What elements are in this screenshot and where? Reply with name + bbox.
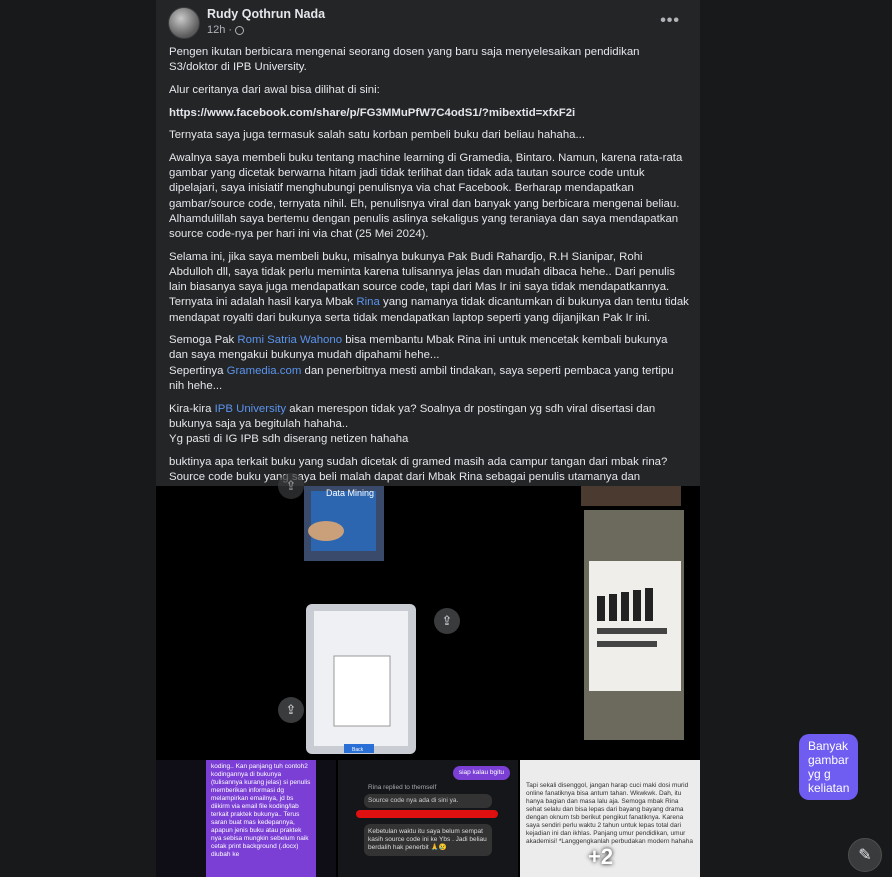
share-icon[interactable]: ⇪ <box>278 697 304 723</box>
paragraph: Ternyata saya juga termasuk salah satu k… <box>169 129 586 142</box>
post-body: Pengen ikutan berbicara mengenai seorang… <box>169 45 689 508</box>
media-grid: Data Mining Back ⇪ ⇪ ⇪ Banyak gambar yg … <box>156 473 859 877</box>
more-photos-count[interactable]: +2 <box>588 844 613 870</box>
post-meta: 12h · <box>207 24 245 36</box>
mention-romi[interactable]: Romi Satria Wahono <box>237 334 342 346</box>
redaction-mark <box>356 810 498 818</box>
chat-text: koding.. Kan panjang tuh contoh2 kodinga… <box>206 760 316 877</box>
avatar[interactable] <box>168 7 200 39</box>
chat-bubble: Banyak gambar yg g keliatan <box>799 734 859 800</box>
share-icon[interactable]: ⇪ <box>434 608 460 634</box>
paragraph: Kira-kira IPB University akan merespon t… <box>169 402 656 445</box>
thumbnail-row: koding.. Kan panjang tuh contoh2 kodinga… <box>156 760 700 877</box>
more-icon[interactable]: ••• <box>660 12 680 30</box>
edit-icon[interactable]: ✎ <box>848 838 882 872</box>
post-time[interactable]: 12h <box>207 24 225 36</box>
chat-quote: Source code nya ada di sini ya. <box>364 794 492 808</box>
paragraph: Selama ini, jika saya membeli buku, misa… <box>169 250 689 324</box>
book-title: Data Mining <box>326 488 374 498</box>
post-header: Rudy Qothrun Nada 12h · ••• <box>168 6 688 40</box>
photo-open-book-graphic <box>581 486 684 740</box>
globe-icon <box>235 25 245 35</box>
chat-reply-label: Rina replied to themself <box>368 784 437 791</box>
paragraph: Pengen ikutan berbicara mengenai seorang… <box>169 46 640 74</box>
phone-back-button: Back <box>352 747 364 753</box>
mention-rina[interactable]: Rina <box>356 296 379 308</box>
chat-message: Kebetulan waktu itu saya belum sempat ka… <box>364 824 492 856</box>
photo-book-phone[interactable]: Data Mining Back ⇪ ⇪ <box>156 473 427 758</box>
thumbnail-chat-2[interactable]: siap kalau bgitu Rina replied to themsel… <box>338 760 518 877</box>
paragraph: Awalnya saya membeli buku tentang machin… <box>169 152 683 241</box>
mention-ipb[interactable]: IPB University <box>215 403 287 415</box>
author-name[interactable]: Rudy Qothrun Nada <box>207 7 325 21</box>
paragraph: Semoga Pak Romi Satria Wahono bisa memba… <box>169 334 674 392</box>
mention-gramedia[interactable]: Gramedia.com <box>227 365 302 377</box>
thumbnail-chat-1[interactable]: koding.. Kan panjang tuh contoh2 kodinga… <box>156 760 336 877</box>
photo-open-book[interactable]: ⇪ Banyak gambar yg g keliatan <box>429 486 859 800</box>
article-text: Tapi sekali disenggol, jangan harap cuci… <box>526 782 693 845</box>
share-icon[interactable]: ⇪ <box>278 473 304 499</box>
post-card: Rudy Qothrun Nada 12h · ••• Pengen ikuta… <box>156 0 859 877</box>
chat-pill: siap kalau bgitu <box>452 766 510 780</box>
post-link[interactable]: https://www.facebook.com/share/p/FG3MMuP… <box>169 107 575 119</box>
paragraph: Alur ceritanya dari awal bisa dilihat di… <box>169 83 380 96</box>
